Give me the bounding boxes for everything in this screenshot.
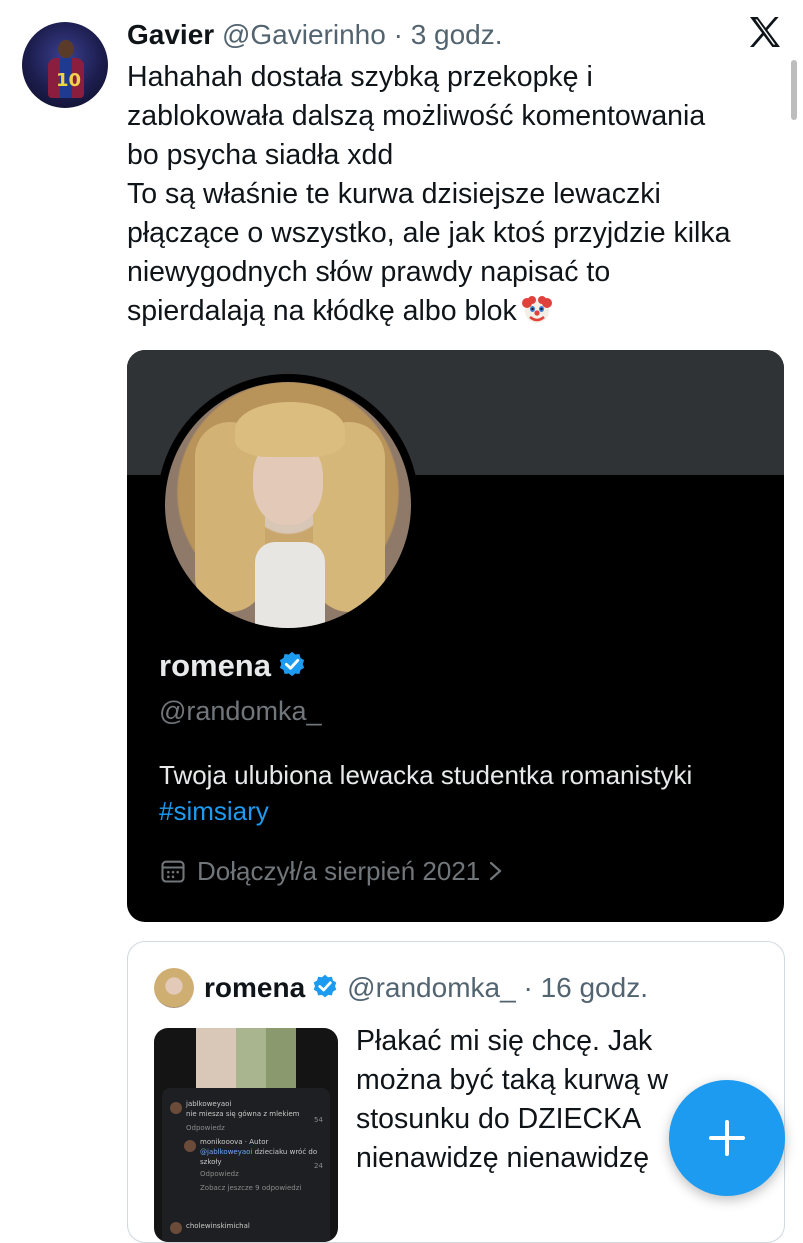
tweet-text: Hahahah dostała szybką przekopkę i zablo…: [127, 61, 731, 327]
quoted-avatar[interactable]: [154, 968, 194, 1008]
x-logo-icon[interactable]: [745, 12, 785, 52]
tweet-time: 3 godz.: [410, 19, 503, 50]
verified-badge-icon: [313, 974, 337, 998]
profile-bio: Twoja ulubiona lewacka studentka romanis…: [159, 757, 784, 829]
thumbnail-photo: [196, 1028, 296, 1090]
scrollbar[interactable]: [791, 60, 797, 120]
avatar-shirt-number: 10: [56, 70, 82, 91]
profile-joined: Dołączył/a sierpień 2021: [159, 856, 504, 887]
plus-icon: [709, 1120, 745, 1156]
profile-picture: [157, 374, 419, 636]
tweet-body: Hahahah dostała szybką przekopkę i zablo…: [127, 58, 777, 331]
thumbnail-comments-panel: jablkoweyaoi nie miesza się gówna z mlek…: [162, 1088, 330, 1242]
quoted-name[interactable]: romena: [204, 972, 305, 1003]
author-name[interactable]: Gavier: [127, 19, 214, 50]
quoted-handle[interactable]: @randomka_ · 16 godz.: [347, 972, 648, 1003]
author-handle[interactable]: @Gavierinho · 3 godz.: [222, 19, 503, 50]
profile-card-image[interactable]: romena @randomka_ Twoja ulubiona lewacka…: [127, 350, 784, 922]
clown-face-icon: [521, 296, 552, 323]
profile-hashtag: #simsiary: [159, 796, 269, 826]
tweet-meta: Gavier @Gavierinho · 3 godz.: [127, 18, 503, 52]
compose-button[interactable]: [669, 1080, 785, 1196]
quoted-media-thumbnail[interactable]: jablkoweyaoi nie miesza się gówna z mlek…: [154, 1028, 338, 1242]
author-avatar[interactable]: 10: [22, 22, 108, 108]
calendar-icon: [161, 860, 185, 883]
chevron-right-icon: [490, 861, 502, 881]
avatar-player-head: [58, 40, 74, 58]
verified-badge-icon: [279, 651, 305, 677]
quoted-time: 16 godz.: [540, 972, 648, 1003]
profile-handle: @randomka_: [159, 696, 322, 726]
profile-name: romena: [159, 648, 307, 684]
profile-bio-text: Twoja ulubiona lewacka studentka romanis…: [159, 760, 693, 790]
quoted-meta: romena @randomka_ · 16 godz.: [204, 972, 648, 1004]
